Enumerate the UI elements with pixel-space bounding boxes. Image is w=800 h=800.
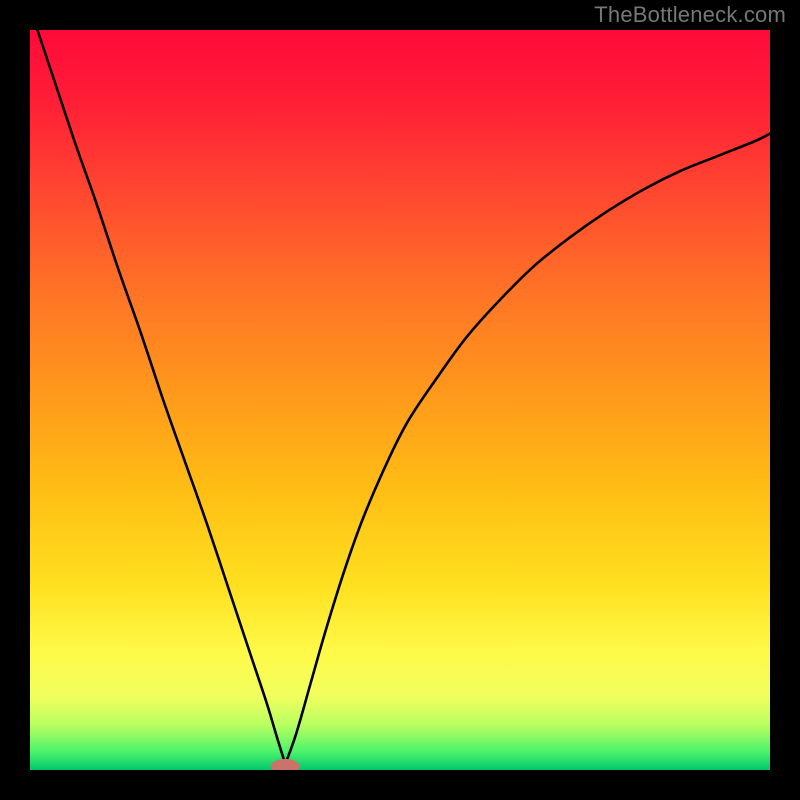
plot-area <box>30 30 770 770</box>
curve-right-branch <box>285 134 770 764</box>
minimum-marker <box>271 759 301 770</box>
curve-layer <box>30 30 770 770</box>
curve-left-branch <box>37 30 285 764</box>
watermark-text: TheBottleneck.com <box>594 2 786 28</box>
chart-frame: TheBottleneck.com <box>0 0 800 800</box>
